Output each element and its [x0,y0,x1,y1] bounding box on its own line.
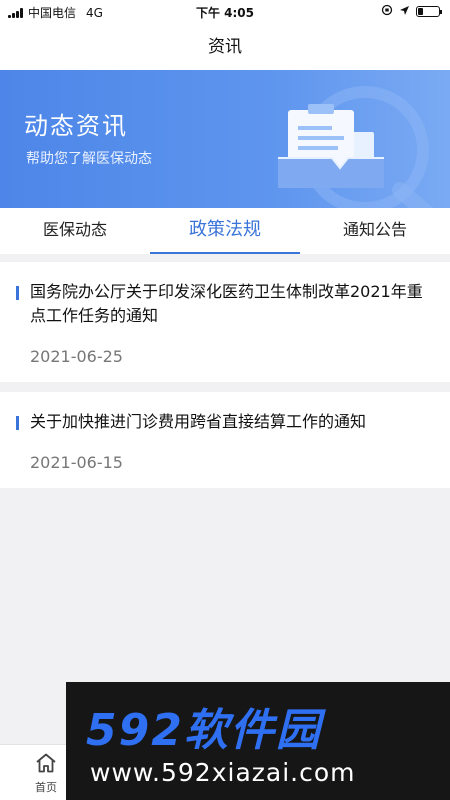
tab-bar: 医保动态 政策法规 通知公告 [0,208,450,254]
status-bar: 中国电信 4G 下午 4:05 [0,0,450,24]
news-item[interactable]: 国务院办公厅关于印发深化医药卫生体制改革2021年重点工作任务的通知 2021-… [0,262,450,382]
news-date: 2021-06-25 [30,347,123,366]
accent-bar [16,416,19,430]
news-title: 关于加快推进门诊费用跨省直接结算工作的通知 [30,412,367,431]
tab-medical-insurance-news[interactable]: 医保动态 [0,208,150,254]
home-tab[interactable]: 首页 [24,753,68,795]
battery-icon [416,6,442,17]
tab-policies-regulations[interactable]: 政策法规 [150,208,300,254]
nav-title: 资讯 [0,24,450,70]
document-magnifier-icon [278,86,434,208]
home-icon [36,753,56,773]
news-date: 2021-06-15 [30,453,123,472]
orientation-lock-icon [381,4,393,19]
home-tab-label: 首页 [35,781,57,794]
banner-title: 动态资讯 [24,112,128,140]
banner-subtitle: 帮助您了解医保动态 [26,151,152,167]
news-list: 国务院办公厅关于印发深化医药卫生体制改革2021年重点工作任务的通知 2021-… [0,262,450,498]
watermark: 592软件园 www.592xiazai.com [66,682,450,800]
news-title: 国务院办公厅关于印发深化医药卫生体制改革2021年重点工作任务的通知 [30,282,423,325]
watermark-brand: 592软件园 [86,705,322,756]
tab-notices[interactable]: 通知公告 [300,208,450,254]
accent-bar [16,286,19,300]
banner: 动态资讯 帮助您了解医保动态 [0,70,450,208]
news-item[interactable]: 关于加快推进门诊费用跨省直接结算工作的通知 2021-06-15 [0,392,450,488]
watermark-url: www.592xiazai.com [90,758,356,787]
location-icon [399,5,410,19]
